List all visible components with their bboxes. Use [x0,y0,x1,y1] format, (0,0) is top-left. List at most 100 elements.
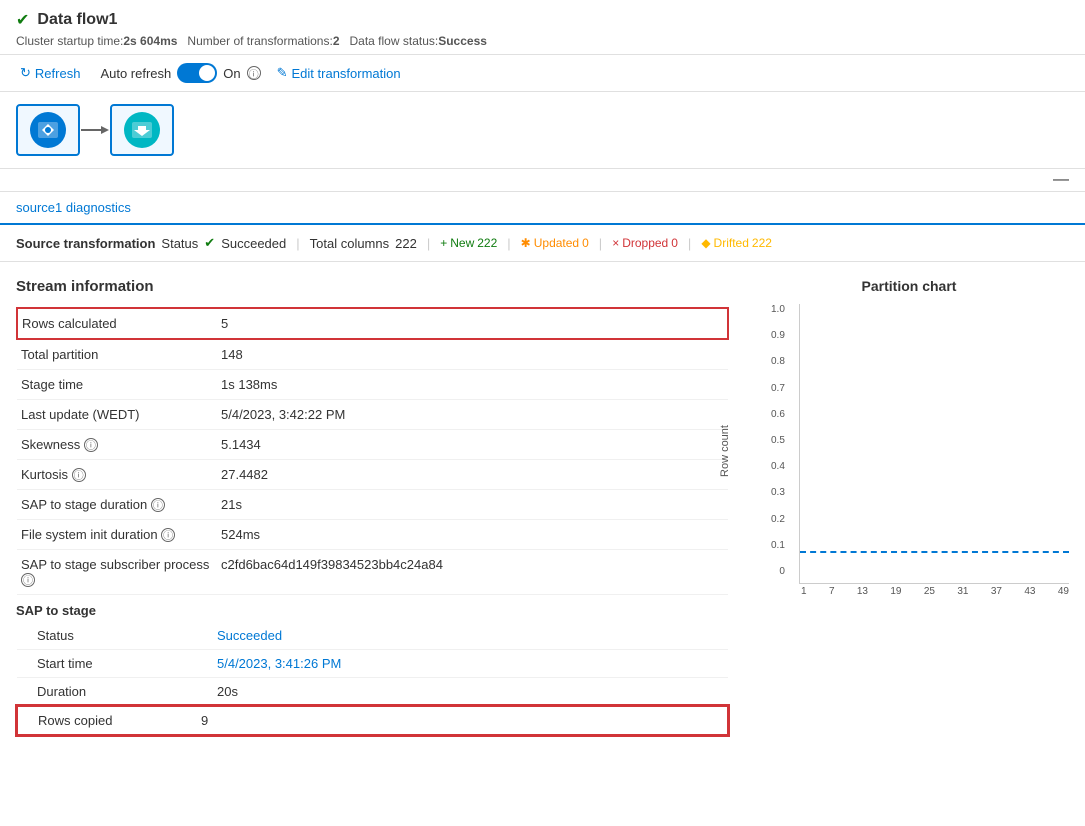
cluster-startup: 2s 604ms [123,34,177,48]
header-bar: ✔ Data flow1 Cluster startup time:2s 604… [0,0,1085,55]
total-columns-label: Total columns [310,236,389,251]
rows-copied-value: 9 [197,706,728,735]
x-label-25: 25 [924,586,935,597]
x-label-49: 49 [1058,586,1069,597]
y-label-00: 0 [771,566,785,577]
sap-start-time-value: 5/4/2023, 3:41:26 PM [197,650,728,678]
new-label: New [450,236,474,250]
partition-chart-area: Partition chart Row count 1.0 0.9 0.8 0.… [749,278,1069,597]
fs-init-label: File system init duration ⓘ [17,520,217,550]
sap-status-value: Succeeded [197,622,728,650]
dataflow-status: Success [438,34,487,48]
stage-time-value: 1s 138ms [217,370,728,400]
skewness-row: Skewness ⓘ 5.1434 [17,430,728,460]
sap-to-stage-section: SAP to stage Status Succeeded Start time… [16,603,729,736]
minimize-icon[interactable]: — [1053,171,1069,188]
stream-info-title: Stream information [16,278,729,295]
skewness-label: Skewness ⓘ [17,430,217,460]
dropped-label: Dropped [622,236,668,250]
y-label-07: 0.7 [771,383,785,394]
diamond-icon: ◆ [701,236,710,250]
x-label-43: 43 [1024,586,1035,597]
edit-transformation-button[interactable]: ✎ Edit transformation [277,65,401,81]
page-title: Data flow1 [37,11,117,29]
y-label-03: 0.3 [771,487,785,498]
last-update-row: Last update (WEDT) 5/4/2023, 3:42:22 PM [17,400,728,430]
success-icon: ✔ [16,10,29,30]
toggle-state-label: On [223,66,240,81]
y-label-01: 0.1 [771,540,785,551]
source-transformation-label: Source transformation [16,236,155,251]
dest-node-icon [124,112,160,148]
sap-sub-info-icon[interactable]: ⓘ [21,573,35,587]
header-subtitle: Cluster startup time:2s 604ms Number of … [16,34,1069,48]
chart-canvas [799,304,1069,584]
stream-info-table: Rows calculated 5 Total partition 148 St… [16,307,729,595]
rows-copied-label: Rows copied [17,706,197,735]
last-update-value: 5/4/2023, 3:42:22 PM [217,400,728,430]
toggle-info-icon[interactable]: ⓘ [247,66,261,80]
y-label-05: 0.5 [771,435,785,446]
y-axis-label: Row count [719,425,731,477]
drifted-badge: ◆ Drifted 222 [701,236,772,250]
y-labels: 1.0 0.9 0.8 0.7 0.6 0.5 0.4 0.3 0.2 0.1 … [771,304,785,577]
sap-subscriber-row: SAP to stage subscriber process ⓘ c2fd6b… [17,550,728,595]
chart-wrapper: Row count 1.0 0.9 0.8 0.7 0.6 0.5 0.4 0.… [749,304,1069,597]
x-label-13: 13 [857,586,868,597]
refresh-icon: ↻ [20,65,31,81]
left-panel: Stream information Rows calculated 5 Tot… [16,278,729,736]
last-update-label: Last update (WEDT) [17,400,217,430]
right-panel: Partition chart Row count 1.0 0.9 0.8 0.… [729,278,1069,736]
flow-node-source[interactable] [16,104,80,156]
x-label-31: 31 [957,586,968,597]
num-transformations: 2 [333,34,340,48]
cross-icon: × [612,236,619,250]
tab-bar: source1 diagnostics [0,192,1085,225]
drifted-value: 222 [752,236,772,250]
total-partition-label: Total partition [17,339,217,370]
fs-init-info-icon[interactable]: ⓘ [161,528,175,542]
flow-node-dest[interactable] [110,104,174,156]
diagnostics-bar: Source transformation Status ✔ Succeeded… [0,225,1085,262]
skewness-info-icon[interactable]: ⓘ [84,438,98,452]
flow-diagram [0,92,1085,169]
flow-arrow [80,122,110,138]
auto-refresh-toggle[interactable] [177,63,217,83]
total-partition-row: Total partition 148 [17,339,728,370]
refresh-label: Refresh [35,66,81,81]
sap-duration-label: Duration [17,678,197,707]
fs-init-value: 524ms [217,520,728,550]
stage-time-row: Stage time 1s 138ms [17,370,728,400]
sap-duration-value: 20s [197,678,728,707]
drifted-label: Drifted [714,236,749,250]
x-label-1: 1 [801,586,807,597]
y-label-10: 1.0 [771,304,785,315]
kurtosis-value: 27.4482 [217,460,728,490]
kurtosis-info-icon[interactable]: ⓘ [72,468,86,482]
refresh-button[interactable]: ↻ Refresh [16,63,84,83]
sep4: | [599,236,602,251]
sap-status-label: Status [17,622,197,650]
pencil-icon: ✎ [277,65,288,81]
title-row: ✔ Data flow1 [16,10,1069,30]
sap-start-time-row: Start time 5/4/2023, 3:41:26 PM [17,650,728,678]
total-partition-value: 148 [217,339,728,370]
rows-copied-row: Rows copied 9 [17,706,728,735]
tab-source1-diagnostics[interactable]: source1 diagnostics [16,192,131,225]
sap-to-stage-title: SAP to stage [16,603,729,618]
rows-calculated-value: 5 [217,308,728,339]
status-check-icon: ✔ [204,235,215,251]
y-label-08: 0.8 [771,356,785,367]
kurtosis-row: Kurtosis ⓘ 27.4482 [17,460,728,490]
sap-status-row: Status Succeeded [17,622,728,650]
sap-dur-info-icon[interactable]: ⓘ [151,498,165,512]
y-label-04: 0.4 [771,461,785,472]
sep1: | [296,236,299,251]
updated-value: 0 [582,236,589,250]
y-label-02: 0.2 [771,514,785,525]
rows-calculated-row: Rows calculated 5 [17,308,728,339]
y-label-06: 0.6 [771,409,785,420]
status-text: Status [161,236,198,251]
main-content: Stream information Rows calculated 5 Tot… [0,262,1085,752]
status-value: Succeeded [221,236,286,251]
